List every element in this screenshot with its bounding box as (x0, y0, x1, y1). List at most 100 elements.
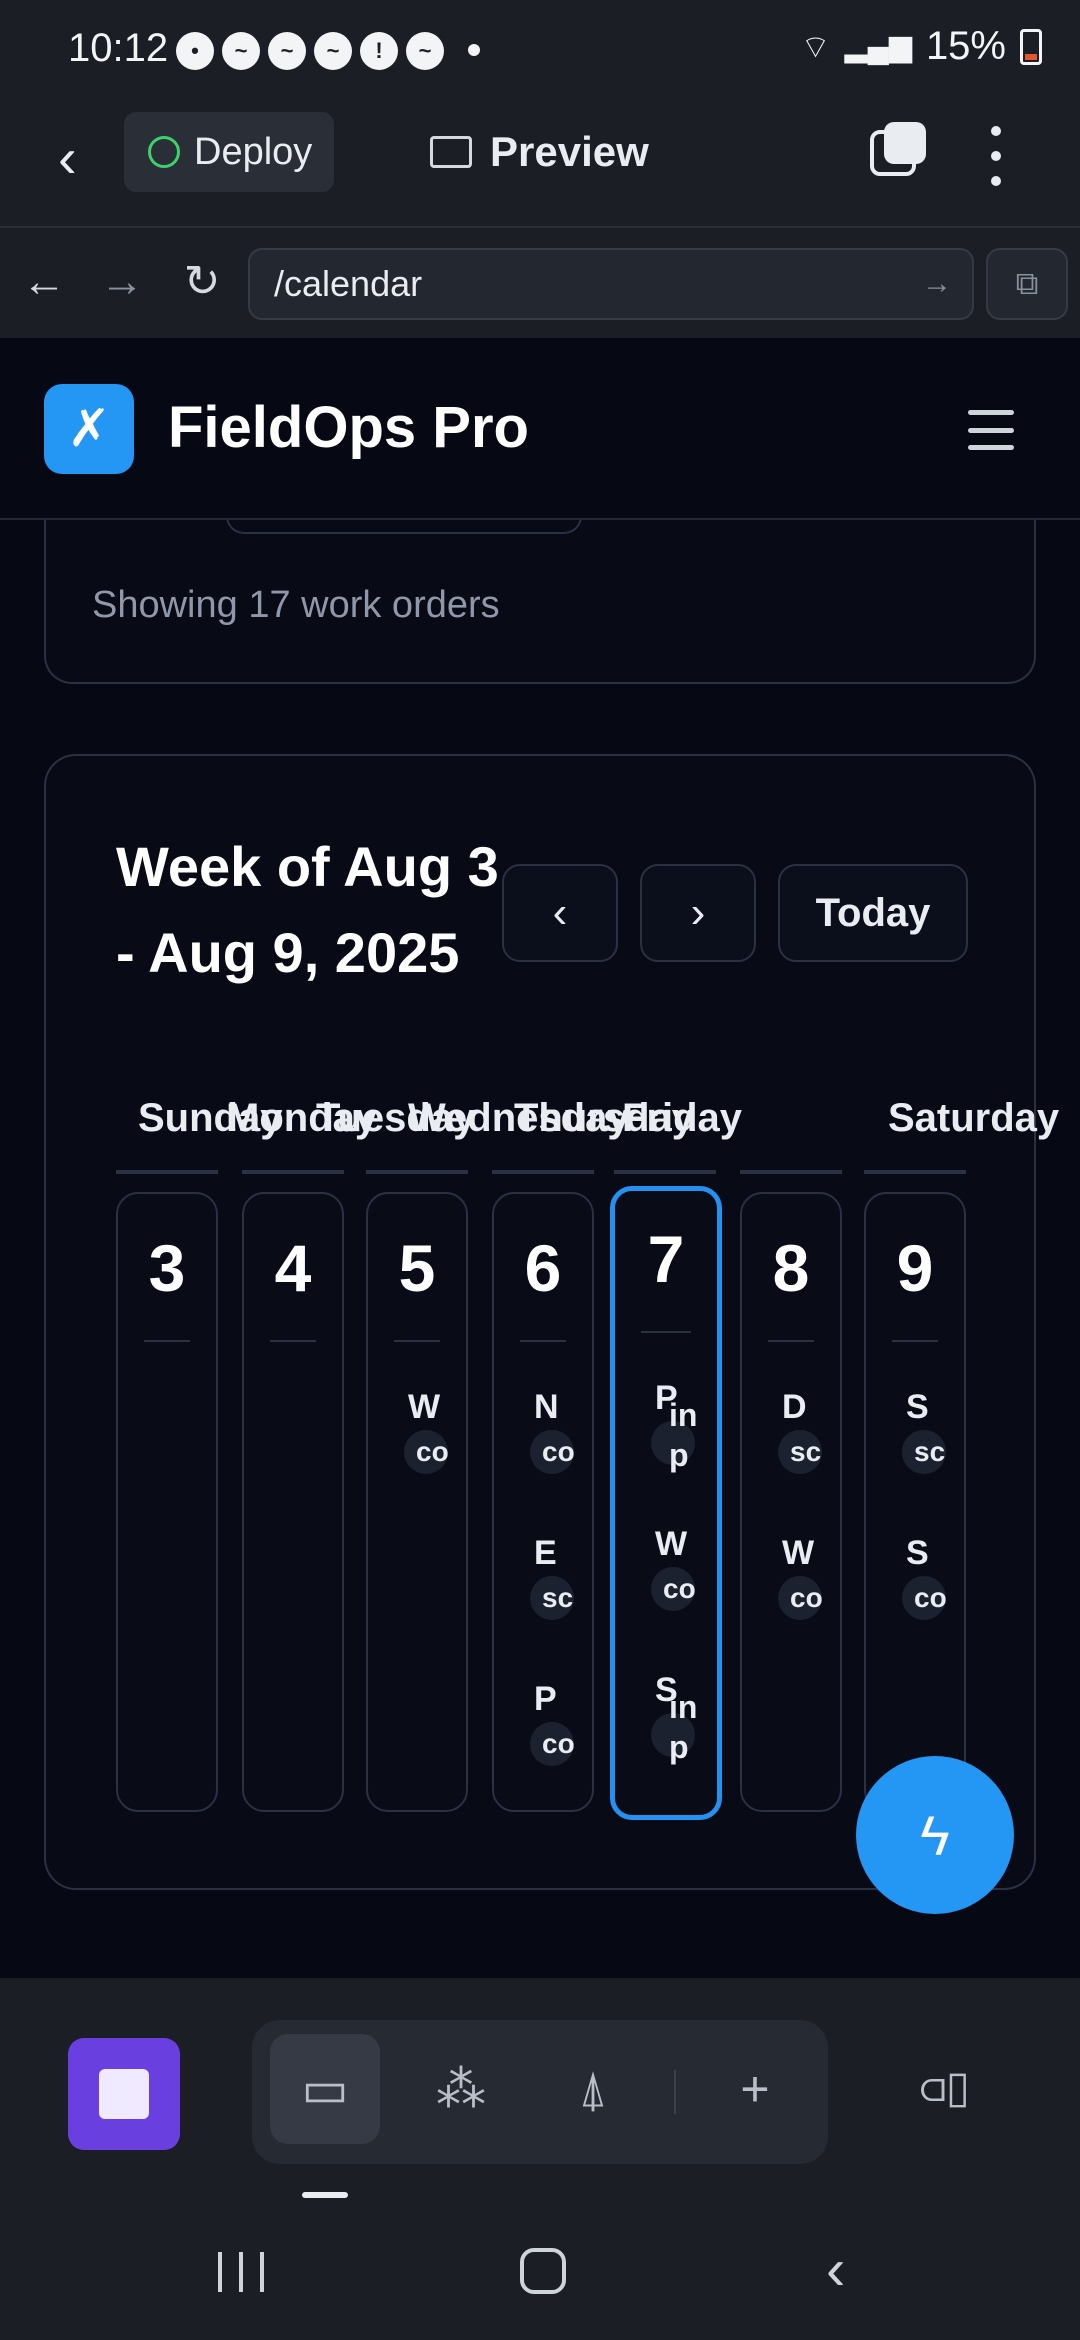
chevron-right-icon: › (690, 888, 706, 937)
day-number: 7 (647, 1222, 685, 1296)
status-badge: sc (902, 1430, 946, 1474)
work-order-title[interactable]: S (906, 1534, 929, 1573)
day-divider (768, 1340, 814, 1342)
messenger-icon: ~ (406, 32, 444, 70)
status-badge: co (404, 1430, 448, 1474)
url-bar: ← → ↻ /calendar → ⧉ (0, 226, 1080, 338)
chat-bubble-icon: • (176, 32, 214, 70)
day-divider (892, 1340, 938, 1342)
workflow-icon[interactable]: ⁂ (406, 2034, 516, 2144)
separator (674, 2070, 676, 2114)
desktop-preview-icon[interactable]: ▭ (270, 2034, 380, 2144)
work-order-title[interactable]: S (906, 1388, 929, 1427)
dayname-friday: Friday (622, 1096, 743, 1140)
status-badge: co (530, 1430, 574, 1474)
work-order-title[interactable]: W (782, 1534, 814, 1573)
tabs-icon[interactable] (870, 122, 926, 178)
day-number: 4 (274, 1231, 312, 1305)
status-badge: in p (669, 1397, 698, 1473)
status-badge: sc (530, 1576, 574, 1620)
day-number: 9 (896, 1231, 934, 1305)
add-icon[interactable]: + (700, 2034, 810, 2144)
day-number: 3 (148, 1231, 186, 1305)
next-week-button[interactable]: › (640, 864, 756, 962)
nav-back-icon[interactable]: ← (14, 252, 74, 312)
status-time: 10:12 (68, 26, 169, 70)
reload-icon[interactable]: ↻ (172, 252, 232, 312)
stop-button[interactable] (68, 2038, 180, 2150)
system-navigation-bar: ‹ (0, 2202, 1080, 2340)
system-back-icon[interactable]: ‹ (826, 2236, 845, 2303)
alert-icon: ! (360, 32, 398, 70)
day-cell-wednesday[interactable]: 6 N co E sc P co (492, 1192, 594, 1812)
ide-bottom-bar: ▭ ⁂ ⍋ + ⫏▯ (0, 1978, 1080, 2202)
battery-icon (1020, 28, 1042, 65)
day-header-divider (242, 1170, 344, 1174)
preview-tab[interactable]: Preview (430, 128, 649, 176)
site-header: ✗ FieldOps Pro (0, 338, 1080, 520)
day-cell-tuesday[interactable]: 5 W co (366, 1192, 468, 1812)
wifi-icon: ⌔ (800, 28, 831, 65)
chevron-left-icon: ‹ (552, 888, 568, 937)
back-arrow-icon[interactable]: ‹ (58, 128, 118, 188)
battery-percent: 15% (925, 24, 1006, 68)
work-order-title[interactable]: W (408, 1388, 440, 1427)
quick-action-button[interactable]: ϟ (856, 1756, 1014, 1914)
status-badge: co (778, 1576, 822, 1620)
recent-apps-icon[interactable] (218, 2252, 264, 2292)
status-badge: sc (778, 1430, 822, 1474)
messenger-icon: ~ (222, 32, 260, 70)
messenger-icon: ~ (268, 32, 306, 70)
day-divider (394, 1340, 440, 1342)
work-order-title[interactable]: P (534, 1680, 557, 1719)
status-right: ⌔ ▂▄▆ 15% (800, 24, 1042, 69)
day-divider (144, 1340, 190, 1342)
home-icon[interactable] (520, 2248, 566, 2294)
today-button[interactable]: Today (778, 864, 968, 962)
deploy-tree-icon[interactable]: ⍋ (538, 2034, 648, 2144)
notification-icons: • ~ ~ ~ ! ~ (176, 32, 444, 70)
day-divider (270, 1340, 316, 1342)
more-vertical-icon[interactable] (984, 126, 1008, 186)
open-external-icon[interactable]: ⧉ (986, 248, 1068, 320)
work-order-title[interactable]: E (534, 1534, 557, 1573)
day-header-divider (492, 1170, 594, 1174)
go-arrow-icon[interactable]: → (922, 267, 952, 301)
day-divider (520, 1340, 566, 1342)
status-bar: 10:12 • ~ ~ ~ ! ~ ⌔ ▂▄▆ 15% (0, 0, 1080, 104)
day-number: 8 (772, 1231, 810, 1305)
status-badge: in p (669, 1689, 698, 1765)
day-cell-thursday-today[interactable]: 7 P in p W co S in p (610, 1186, 722, 1820)
preview-label: Preview (490, 128, 649, 175)
url-text: /calendar (274, 263, 423, 304)
day-cell-friday[interactable]: 8 D sc W co (740, 1192, 842, 1812)
monitor-icon (430, 136, 472, 168)
day-header-divider (864, 1170, 966, 1174)
deploy-label: Deploy (194, 130, 313, 173)
web-preview: ✗ FieldOps Pro Showing 17 work orders We… (0, 338, 1080, 1978)
previous-week-button[interactable]: ‹ (502, 864, 618, 962)
url-input[interactable]: /calendar → (248, 248, 974, 320)
day-cell-sunday[interactable]: 3 (116, 1192, 218, 1812)
day-header-divider (740, 1170, 842, 1174)
layout-switch-icon[interactable]: ⫏▯ (920, 2062, 990, 2118)
day-header-divider (366, 1170, 468, 1174)
status-badge: co (530, 1722, 574, 1766)
day-header-divider (116, 1170, 218, 1174)
day-cell-saturday[interactable]: 9 S sc S co (864, 1192, 966, 1812)
deploy-button[interactable]: Deploy (124, 112, 334, 192)
day-header-divider (614, 1170, 716, 1174)
day-divider (641, 1331, 691, 1333)
status-badge: co (902, 1576, 946, 1620)
hamburger-menu-icon[interactable] (968, 410, 1014, 450)
tools-logo-icon: ✗ (44, 384, 134, 474)
work-order-title[interactable]: N (534, 1388, 559, 1427)
day-cell-monday[interactable]: 4 (242, 1192, 344, 1812)
view-switcher: ▭ ⁂ ⍋ + (252, 2020, 828, 2164)
work-order-title[interactable]: D (782, 1388, 807, 1427)
messenger-icon: ~ (314, 32, 352, 70)
work-order-title[interactable]: W (655, 1525, 687, 1564)
status-badge: co (651, 1567, 695, 1611)
nav-forward-icon[interactable]: → (92, 252, 152, 312)
day-number: 6 (524, 1231, 562, 1305)
